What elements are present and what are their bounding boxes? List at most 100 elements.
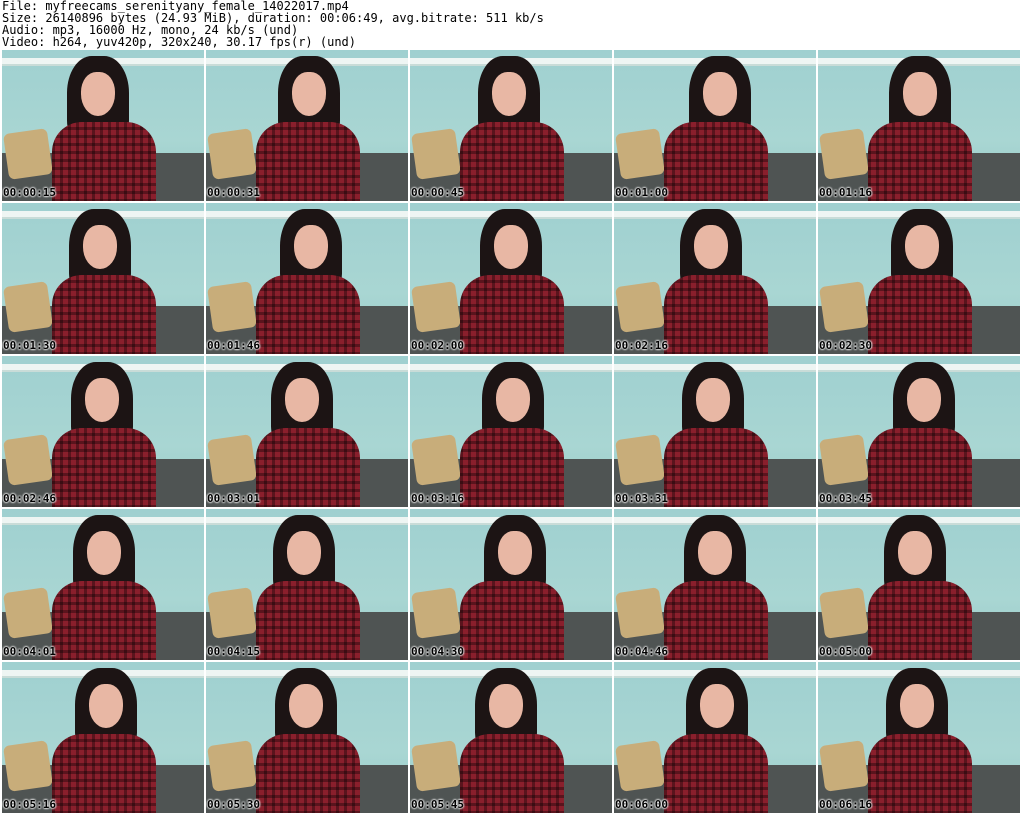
thumbnail-timestamp: 00:06:00 (615, 798, 668, 811)
cushion (3, 587, 53, 639)
person-face (85, 378, 119, 422)
person-shirt (52, 734, 156, 813)
person-shirt (256, 581, 360, 660)
cushion (3, 434, 53, 486)
person-face (289, 684, 323, 728)
cushion (411, 434, 461, 486)
video-info-line: Video: h264, yuv420p, 320x240, 30.17 fps… (2, 35, 357, 49)
person-shirt (664, 275, 768, 354)
cushion (207, 587, 257, 639)
person-face (492, 72, 526, 116)
thumbnail-timestamp: 00:04:46 (615, 645, 668, 658)
person-face (287, 531, 321, 575)
video-thumbnail: 00:05:45 (410, 662, 612, 813)
person-shirt (868, 734, 972, 813)
video-thumbnail: 00:02:16 (614, 203, 816, 354)
thumbnail-timestamp: 00:06:16 (819, 798, 872, 811)
person-face (900, 684, 934, 728)
person-shirt (52, 275, 156, 354)
person-face (83, 225, 117, 269)
thumbnail-timestamp: 00:04:30 (411, 645, 464, 658)
person-face (285, 378, 319, 422)
cushion (615, 281, 665, 333)
person-face (87, 531, 121, 575)
cushion (819, 128, 869, 180)
video-thumbnail: 00:05:00 (818, 509, 1020, 660)
person-shirt (52, 581, 156, 660)
video-thumbnail: 00:06:16 (818, 662, 1020, 813)
cushion (615, 587, 665, 639)
person-shirt (460, 428, 564, 507)
person-face (496, 378, 530, 422)
person-face (703, 72, 737, 116)
thumbnail-timestamp: 00:04:01 (3, 645, 56, 658)
cushion (3, 281, 53, 333)
person-shirt (664, 428, 768, 507)
person-face (89, 684, 123, 728)
person-face (292, 72, 326, 116)
person-shirt (664, 122, 768, 201)
video-thumbnail: 00:04:15 (206, 509, 408, 660)
person-face (898, 531, 932, 575)
video-thumbnail: 00:03:16 (410, 356, 612, 507)
thumbnail-grid: 00:00:15 00:00:31 00:00:45 00:01:00 00:01:16… (2, 50, 1020, 813)
person-shirt (52, 428, 156, 507)
thumbnail-timestamp: 00:04:15 (207, 645, 260, 658)
thumbnail-timestamp: 00:02:46 (3, 492, 56, 505)
thumbnail-timestamp: 00:05:00 (819, 645, 872, 658)
video-thumbnail: 00:03:31 (614, 356, 816, 507)
thumbnail-timestamp: 00:05:45 (411, 798, 464, 811)
person-face (694, 225, 728, 269)
thumbnail-timestamp: 00:00:15 (3, 186, 56, 199)
video-thumbnail: 00:02:00 (410, 203, 612, 354)
person-shirt (868, 275, 972, 354)
video-thumbnail: 00:02:46 (2, 356, 204, 507)
thumbnail-timestamp: 00:05:30 (207, 798, 260, 811)
cushion (819, 587, 869, 639)
cushion (207, 434, 257, 486)
thumbnail-timestamp: 00:00:45 (411, 186, 464, 199)
cushion (207, 128, 257, 180)
video-thumbnail: 00:06:00 (614, 662, 816, 813)
cushion (615, 740, 665, 792)
person-shirt (868, 581, 972, 660)
cushion (411, 740, 461, 792)
thumbnail-timestamp: 00:03:01 (207, 492, 260, 505)
video-thumbnail: 00:04:46 (614, 509, 816, 660)
cushion (207, 281, 257, 333)
cushion (411, 281, 461, 333)
person-face (294, 225, 328, 269)
person-shirt (256, 122, 360, 201)
file-info-header: File: myfreecams_serenityany_female_1402… (2, 0, 544, 48)
thumbnail-timestamp: 00:01:46 (207, 339, 260, 352)
video-thumbnail: 00:01:00 (614, 50, 816, 201)
person-face (905, 225, 939, 269)
video-thumbnail: 00:04:30 (410, 509, 612, 660)
person-shirt (460, 734, 564, 813)
video-thumbnail: 00:00:15 (2, 50, 204, 201)
person-shirt (868, 122, 972, 201)
thumbnail-timestamp: 00:05:16 (3, 798, 56, 811)
cushion (819, 281, 869, 333)
thumbnail-timestamp: 00:03:45 (819, 492, 872, 505)
person-face (494, 225, 528, 269)
video-thumbnail: 00:01:46 (206, 203, 408, 354)
video-thumbnail: 00:00:45 (410, 50, 612, 201)
person-shirt (460, 581, 564, 660)
cushion (819, 434, 869, 486)
cushion (615, 434, 665, 486)
thumbnail-timestamp: 00:01:30 (3, 339, 56, 352)
person-face (81, 72, 115, 116)
cushion (207, 740, 257, 792)
person-face (696, 378, 730, 422)
person-face (498, 531, 532, 575)
thumbnail-timestamp: 00:02:00 (411, 339, 464, 352)
person-shirt (52, 122, 156, 201)
thumbnail-timestamp: 00:02:16 (615, 339, 668, 352)
person-face (489, 684, 523, 728)
person-shirt (460, 275, 564, 354)
video-thumbnail: 00:01:16 (818, 50, 1020, 201)
person-face (903, 72, 937, 116)
thumbnail-timestamp: 00:01:00 (615, 186, 668, 199)
cushion (615, 128, 665, 180)
